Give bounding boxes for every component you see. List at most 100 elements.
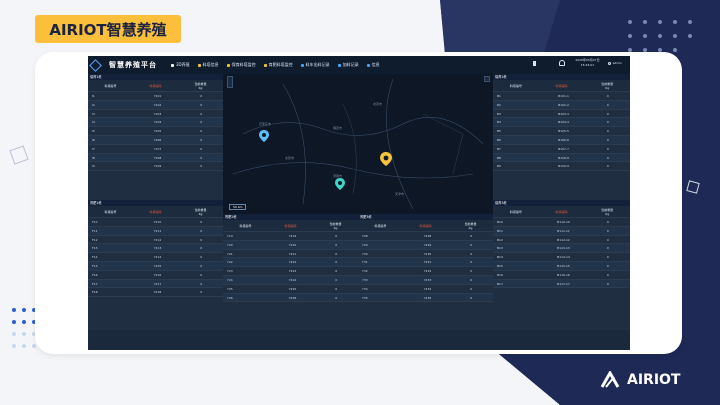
table-row[interactable]: I9 Y109 0 (88, 162, 223, 172)
table-cell: Y105 (153, 129, 162, 134)
table-cell: Y218 (153, 290, 162, 295)
user-menu[interactable]: admin (607, 61, 622, 65)
table-row[interactable]: B7 B107-7 0 (493, 145, 630, 154)
nav-item-fattening-monitor[interactable]: 育肥料塔监控 (263, 62, 293, 68)
table-row[interactable]: I7 Y107 0 (88, 145, 223, 154)
table-row[interactable]: B12 B112-12 0 (493, 236, 630, 245)
table-row[interactable]: B3 B103-3 0 (493, 110, 630, 119)
table-row[interactable]: B10 B110-10 0 (493, 218, 630, 227)
map-marker-teal[interactable] (335, 178, 345, 191)
table-row[interactable]: B5 B105-5 0 (493, 127, 630, 136)
table-row[interactable]: B14 B114-14 0 (493, 253, 630, 262)
table-cell: Y26 (227, 295, 233, 300)
table-cell: F17 (92, 281, 98, 286)
table-cell: 0 (606, 129, 609, 134)
table-row[interactable]: B15 B115-15 0 (493, 261, 630, 271)
table-row[interactable]: Y33 Y233 0 (358, 275, 493, 285)
brand-name: AIRIOT (627, 372, 681, 388)
nav-item-3d[interactable]: 3D养殖 (171, 62, 190, 68)
map-view[interactable]: 北京市 保定市 太原市 天津市 石家庄市 济南市 50 km (223, 74, 493, 214)
table-cell: Y19 (227, 234, 233, 238)
table-cell: 0 (335, 260, 338, 265)
table-row[interactable]: Y34 Y234 0 (358, 285, 493, 294)
table-row[interactable]: I2 Y102 0 (88, 100, 223, 110)
table-cell: 0 (200, 146, 203, 151)
table-row[interactable]: B4 B104-4 0 (493, 118, 630, 128)
table-row[interactable]: Y21 Y221 0 (223, 250, 358, 259)
table-cell: 0 (200, 120, 203, 125)
nav-item-info[interactable]: 信息 (366, 62, 380, 68)
table-row[interactable]: Y26 Y226 0 (223, 293, 358, 303)
table-row[interactable]: I3 Y103 0 (88, 110, 223, 119)
table-row[interactable]: Y24 Y224 0 (223, 275, 358, 285)
table-row[interactable]: B2 B102-2 0 (493, 100, 630, 110)
table-cell: 0 (200, 102, 203, 107)
table-cell: Y235 (423, 295, 432, 300)
nav-menu: 3D养殖 料塔信息 保育料塔监控 育肥料塔监控 料车出料记录 加料记录 信息 (171, 62, 388, 68)
table-row[interactable]: Y20 Y220 0 (223, 240, 358, 250)
bell-icon[interactable] (559, 60, 566, 66)
zoom-control[interactable] (227, 76, 233, 88)
table-row[interactable]: F18 Y218 0 (88, 288, 223, 298)
table-cell: 0 (335, 295, 338, 300)
map-marker-yellow[interactable] (380, 152, 392, 167)
table-row[interactable]: I8 Y108 0 (88, 153, 223, 163)
table-cell: Y22 (227, 260, 233, 265)
table-cell: Y106 (153, 137, 162, 142)
table-cell: Y222 (288, 260, 297, 265)
table-row[interactable]: I5 Y105 0 (88, 127, 223, 136)
table-cell: 0 (335, 242, 338, 247)
table-row[interactable]: B9 B109-9 0 (493, 162, 630, 172)
table-row[interactable]: I6 Y106 0 (88, 135, 223, 145)
table-row[interactable]: Y30 Y230 0 (358, 250, 493, 259)
table-row[interactable]: B17 B117-17 0 (493, 279, 630, 289)
table-row[interactable]: B16 B116-16 0 (493, 271, 630, 280)
table-row[interactable]: I4 Y104 0 (88, 118, 223, 128)
table-row[interactable]: F12 Y212 0 (88, 236, 223, 245)
table-cell: B7 (497, 146, 501, 151)
record-icon (337, 63, 341, 67)
nav-item-truck-records[interactable]: 料车出料记录 (300, 62, 330, 68)
table-cell: 0 (335, 277, 338, 282)
table-row[interactable]: F14 Y214 0 (88, 253, 223, 262)
table-cell: F13 (92, 246, 98, 251)
table-cell: I8 (92, 155, 95, 160)
table-cell: B105-5 (558, 129, 569, 134)
table-cell: Y109 (153, 164, 162, 169)
map-layer-toggle[interactable] (484, 76, 490, 82)
map-marker-blue[interactable] (259, 130, 269, 143)
nav-item-feed-records[interactable]: 加料记录 (337, 62, 359, 68)
table-row[interactable]: Y25 Y225 0 (223, 285, 358, 294)
table-cell: 0 (606, 94, 609, 98)
unit-label: Kg (333, 226, 338, 230)
table-row[interactable]: B8 B108-8 0 (493, 153, 630, 163)
table-cell: 0 (606, 146, 609, 151)
table-row[interactable]: I1 Y101 0 (88, 92, 223, 101)
table-cell: 0 (470, 295, 473, 300)
app-screen: 智慧养殖平台 3D养殖 料塔信息 保育料塔监控 育肥料塔监控 料车出料记录 加料… (88, 56, 630, 350)
volume-icon[interactable] (533, 60, 539, 66)
table-row[interactable]: Y29 Y229 0 (358, 240, 493, 250)
table-row[interactable]: B13 B113-13 0 (493, 244, 630, 254)
nav-item-nursery-monitor[interactable]: 保育料塔监控 (226, 62, 256, 68)
table-row[interactable]: F15 Y215 0 (88, 261, 223, 271)
table-row[interactable]: Y32 Y232 0 (358, 267, 493, 276)
table-row[interactable]: B6 B106-6 0 (493, 135, 630, 145)
table-row[interactable]: Y28 Y228 0 (358, 232, 493, 241)
table-row[interactable]: Y23 Y223 0 (223, 267, 358, 276)
user-icon (607, 61, 611, 65)
table-row[interactable]: F10 Y210 0 (88, 218, 223, 227)
table-row[interactable]: Y31 Y231 0 (358, 258, 493, 268)
table-row[interactable]: Y35 Y235 0 (358, 293, 493, 303)
panel-nursery-2: 保育2栋 料塔编号 料塔编码 当前重量 Kg B1 B101-1 0 B2 B102-2 0 B3 B1… (493, 74, 630, 200)
table-row[interactable]: B1 B101-1 0 (493, 92, 630, 101)
table-cell: Y230 (423, 251, 432, 256)
table-row[interactable]: F13 Y213 0 (88, 244, 223, 254)
table-row[interactable]: F17 Y217 0 (88, 279, 223, 289)
table-row[interactable]: Y22 Y222 0 (223, 258, 358, 268)
nav-item-silo-info[interactable]: 料塔信息 (197, 62, 219, 68)
table-row[interactable]: Y19 Y219 0 (223, 232, 358, 241)
table-row[interactable]: F11 Y211 0 (88, 226, 223, 236)
table-row[interactable]: B11 B111-11 0 (493, 226, 630, 236)
table-row[interactable]: F16 Y216 0 (88, 271, 223, 280)
